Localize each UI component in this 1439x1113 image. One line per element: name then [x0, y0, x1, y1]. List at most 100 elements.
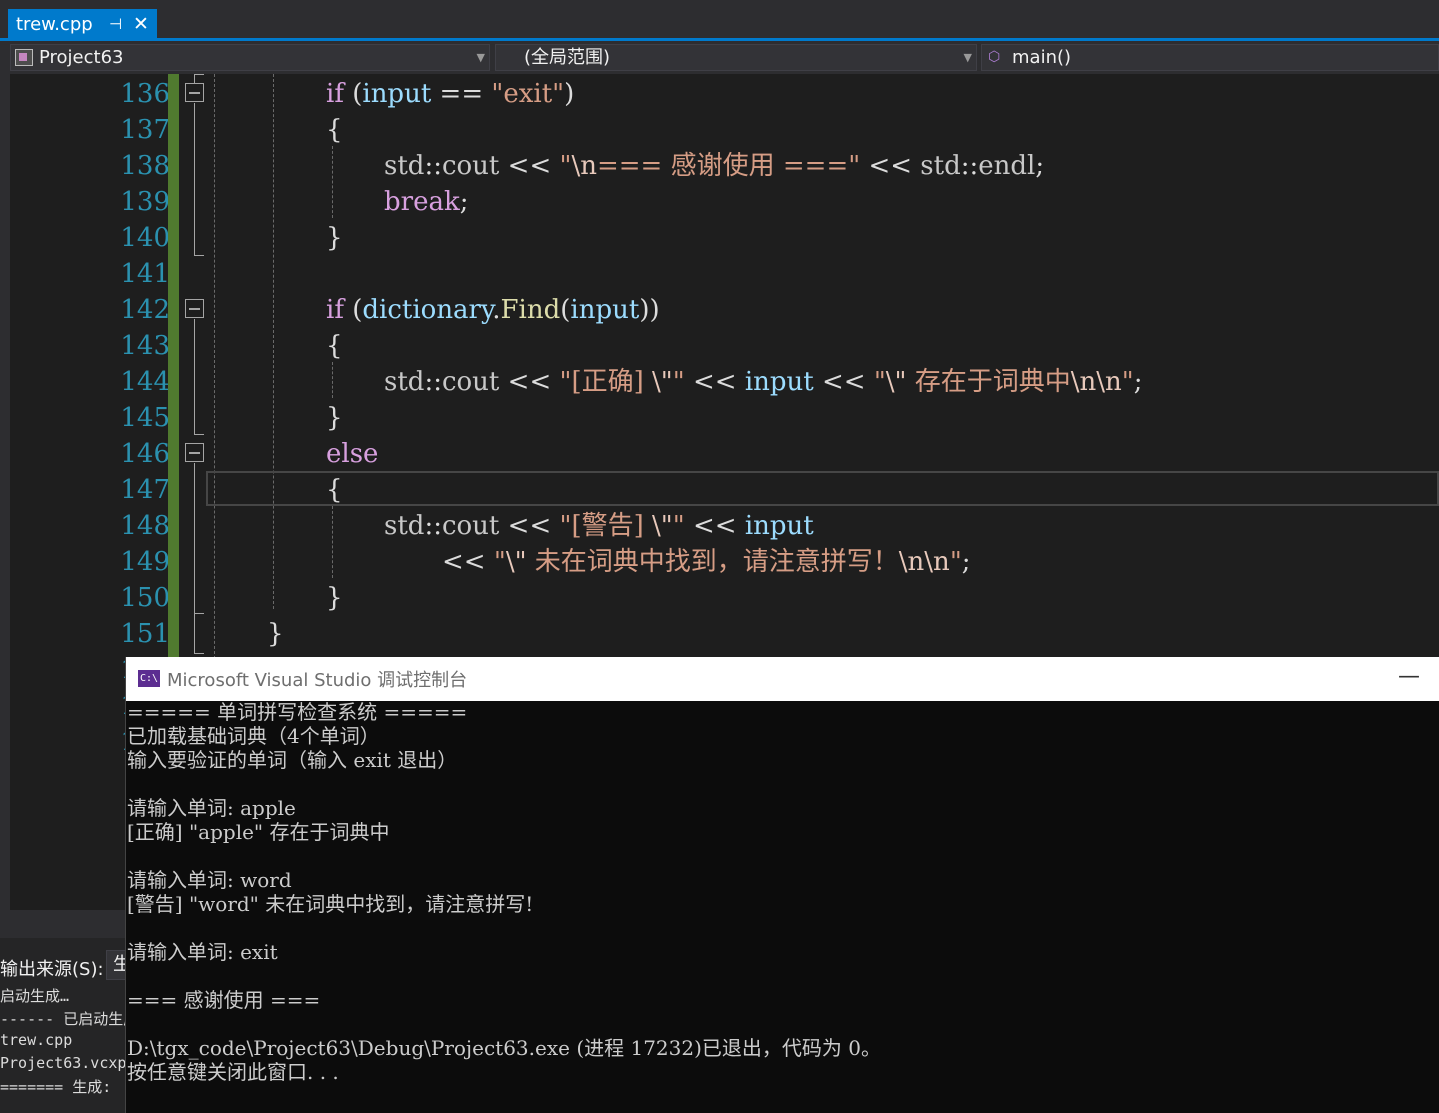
- chevron-down-icon[interactable]: ▼: [477, 45, 485, 70]
- output-line: ======= 生成:: [0, 1078, 112, 1096]
- indent-guide: [214, 74, 215, 664]
- token-escape: \n\n: [898, 547, 950, 577]
- current-line-highlight: [206, 471, 1439, 506]
- code-line-140: }: [326, 223, 343, 253]
- token-variable: input: [362, 79, 432, 109]
- token-keyword: break: [384, 187, 460, 217]
- line-number: 148: [120, 511, 170, 541]
- close-icon[interactable]: ✕: [133, 9, 149, 40]
- token-escape: \": [885, 367, 907, 397]
- token-punct: ::: [424, 511, 442, 541]
- line-number: 141: [120, 259, 170, 289]
- code-line-145: }: [326, 403, 343, 433]
- code-line-142: if (dictionary.Find(input)): [326, 292, 660, 328]
- token-string: "exit": [491, 79, 565, 109]
- console-output[interactable]: ===== 单词拼写检查系统 ===== 已加载基础词典（4个单词） 输入要验证的单…: [126, 700, 1439, 1113]
- code-line-149: << "\" 未在词典中找到，请注意拼写！\n\n";: [442, 544, 971, 580]
- token-string: ": [672, 511, 685, 541]
- selection-margin: [10, 74, 48, 910]
- line-number: 139: [120, 187, 170, 217]
- outline-end-tick: [194, 434, 204, 435]
- token-escape: \": [505, 547, 527, 577]
- token-string: "[警告]: [559, 511, 653, 541]
- chevron-down-icon[interactable]: ▼: [964, 45, 972, 70]
- token-keyword: if: [326, 79, 344, 109]
- outline-line: [194, 74, 195, 83]
- outline-end-tick: [194, 613, 204, 614]
- console-app-icon: C:\: [138, 670, 160, 687]
- minimize-icon[interactable]: —: [1398, 664, 1420, 689]
- line-number: 145: [120, 403, 170, 433]
- collapse-icon[interactable]: [185, 299, 204, 318]
- console-title: Microsoft Visual Studio 调试控制台: [167, 670, 468, 691]
- indent-guide: [332, 506, 333, 578]
- token-escape: \n\n: [1070, 367, 1122, 397]
- code-line-138: std::cout << "\n=== 感谢使用 ===" << std::en…: [384, 148, 1044, 184]
- console-line: 按任意键关闭此窗口. . .: [127, 1060, 339, 1084]
- collapse-icon[interactable]: [185, 443, 204, 462]
- token-escape: \": [652, 511, 673, 541]
- output-line: ------ 已启动生成: [0, 1010, 126, 1028]
- outline-end-tick: [194, 255, 204, 256]
- console-line: D:\tgx_code\Project63\Debug\Project63.ex…: [127, 1036, 881, 1060]
- token-variable: input: [570, 295, 640, 325]
- token-string: 未在词典中找到，请注意拼写！: [526, 547, 899, 577]
- token-identifier: cout: [441, 511, 500, 541]
- code-line-143: {: [326, 331, 343, 361]
- project-icon: [15, 49, 33, 66]
- console-line: === 感谢使用 ===: [127, 988, 321, 1012]
- token-variable: input: [744, 367, 814, 397]
- token-punct: ::: [424, 367, 442, 397]
- token-string: ": [672, 367, 685, 397]
- tab-trew-cpp[interactable]: trew.cpp ⊣ ✕: [8, 9, 157, 40]
- code-line-148: std::cout << "[警告] \"" << input: [384, 508, 814, 544]
- project-dropdown[interactable]: Project63 ▼: [10, 44, 490, 71]
- token-operator: <<: [813, 367, 874, 397]
- collapse-icon[interactable]: [185, 83, 204, 102]
- token-escape: \n: [571, 151, 597, 181]
- console-line: 请输入单词: word: [127, 868, 292, 892]
- token-operator: <<: [499, 367, 560, 397]
- code-line-136: if (input == "exit"): [326, 76, 574, 112]
- token-identifier: cout: [441, 151, 500, 181]
- token-punct: ;: [961, 547, 971, 577]
- outline-end-tick: [194, 74, 204, 75]
- token-operator: <<: [860, 151, 921, 181]
- output-line: Project63.vcxproj: [0, 1054, 126, 1072]
- token-keyword: if: [326, 295, 344, 325]
- scope-dropdown[interactable]: (全局范围) ▼: [495, 44, 977, 71]
- line-number: 147: [120, 475, 170, 505]
- indent-guide: [332, 146, 333, 218]
- console-line: 输入要验证的单词（输入 exit 退出）: [127, 748, 458, 772]
- console-line: 已加载基础词典（4个单词）: [127, 724, 380, 748]
- console-line: [警告] "word" 未在词典中找到，请注意拼写!: [127, 892, 534, 916]
- token-punct: ;: [1035, 151, 1045, 181]
- console-titlebar[interactable]: C:\ Microsoft Visual Studio 调试控制台 —: [126, 657, 1439, 701]
- code-line-151: }: [267, 619, 284, 649]
- debug-console-window[interactable]: C:\ Microsoft Visual Studio 调试控制台 — ====…: [125, 657, 1439, 1113]
- token-punct: ::: [424, 151, 442, 181]
- pin-icon[interactable]: ⊣: [109, 9, 122, 40]
- token-operator: <<: [499, 511, 560, 541]
- line-number: 151: [120, 619, 170, 649]
- code-line-147: {: [326, 475, 343, 505]
- navigation-bar: Project63 ▼ (全局范围) ▼ ⬡ main(): [0, 41, 1439, 74]
- line-number: 142: [120, 295, 170, 325]
- change-tracking-bar: [168, 74, 179, 658]
- console-line: 请输入单词: exit: [127, 940, 278, 964]
- token-string: "[正确]: [559, 367, 653, 397]
- token-punct: ;: [459, 187, 469, 217]
- token-keyword: else: [326, 439, 379, 469]
- token-punct: (: [343, 79, 363, 109]
- line-number: 149: [120, 547, 170, 577]
- token-identifier: cout: [441, 367, 500, 397]
- code-line-150: }: [326, 583, 343, 613]
- token-string: === 感谢使用 ===": [596, 151, 861, 181]
- token-punct: (: [560, 295, 571, 325]
- token-namespace: std: [384, 151, 425, 181]
- line-number: 136: [120, 79, 170, 109]
- visual-studio-window: trew.cpp ⊣ ✕ Project63 ▼ (全局范围) ▼ ⬡ main…: [0, 0, 1439, 1113]
- token-operator: <<: [499, 151, 560, 181]
- line-number: 144: [120, 367, 170, 397]
- member-dropdown[interactable]: ⬡ main(): [981, 44, 1439, 71]
